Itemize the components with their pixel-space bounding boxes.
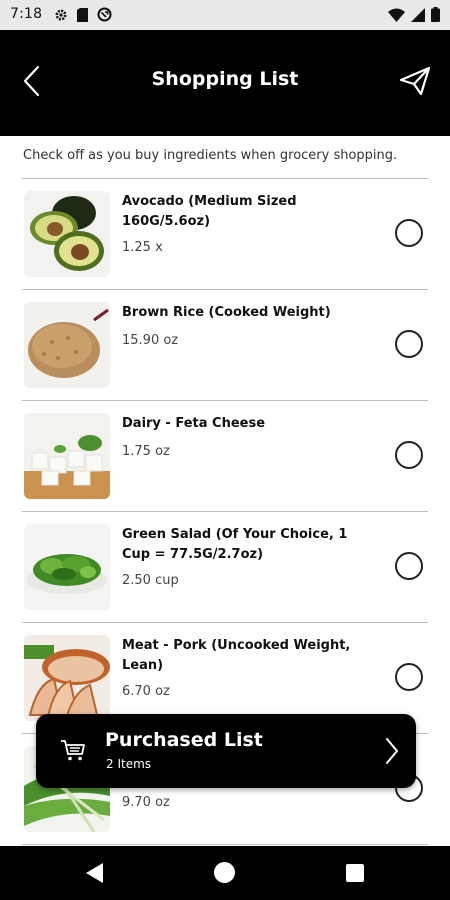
cart-icon: [61, 740, 85, 761]
paper-plane-icon: [399, 66, 431, 96]
item-checkbox[interactable]: [395, 663, 423, 691]
signal-icon: [411, 7, 425, 22]
item-quantity: 9.70 oz: [122, 795, 170, 810]
item-checkbox[interactable]: [395, 552, 423, 580]
status-right-icons: [388, 7, 440, 22]
item-checkbox[interactable]: [395, 441, 423, 469]
battery-icon: [431, 7, 440, 22]
list-item: Green Salad (Of Your Choice, 1 Cup = 77.…: [22, 512, 428, 623]
item-name: Green Salad (Of Your Choice, 1 Cup = 77.…: [122, 527, 348, 562]
list-item: Dairy - Feta Cheese 1.75 oz: [22, 401, 428, 512]
item-name: Brown Rice (Cooked Weight): [122, 305, 331, 320]
item-name: Dairy - Feta Cheese: [122, 416, 266, 431]
item-checkbox[interactable]: [395, 330, 423, 358]
item-quantity: 15.90 oz: [122, 333, 179, 348]
green-salad-image: [24, 524, 110, 610]
item-quantity: 1.25 x: [122, 240, 163, 255]
item-quantity: 2.50 cup: [122, 573, 179, 588]
sim-card-icon: [77, 7, 88, 22]
status-bar: 7:18: [0, 0, 450, 30]
nav-recents-icon[interactable]: [346, 864, 364, 882]
status-left-icons: [54, 7, 112, 22]
list-item: Brown Rice (Cooked Weight) 15.90 oz: [22, 290, 428, 401]
item-checkbox[interactable]: [395, 219, 423, 247]
brown-rice-image: [24, 302, 110, 388]
item-quantity: 6.70 oz: [122, 684, 170, 699]
wifi-icon: [388, 8, 405, 22]
avocado-image: [24, 191, 110, 277]
purchased-list-button[interactable]: Purchased List 2 Items: [36, 714, 416, 788]
feta-cheese-image: [24, 413, 110, 499]
purchased-list-count: 2 Items: [106, 757, 152, 771]
list-item: Avocado (Medium Sized 160G/5.6oz) 1.25 x: [22, 179, 428, 290]
page-title: Shopping List: [151, 68, 299, 90]
item-name: Avocado (Medium Sized 160G/5.6oz): [122, 194, 297, 229]
item-quantity: 1.75 oz: [122, 444, 170, 459]
gear-icon: [55, 9, 67, 20]
pork-image: [24, 635, 110, 721]
system-nav-bar: [0, 846, 450, 900]
instructions-text: Check off as you buy ingredients when gr…: [23, 148, 398, 163]
purchased-list-title: Purchased List: [105, 729, 263, 751]
app-header: Shopping List: [0, 30, 450, 136]
chevron-right-icon: [386, 738, 398, 764]
item-name: Meat - Pork (Uncooked Weight, Lean): [122, 638, 351, 673]
status-time: 7:18: [10, 6, 43, 22]
nav-home-icon[interactable]: [214, 862, 235, 883]
nav-back-icon[interactable]: [86, 863, 104, 883]
share-button[interactable]: [396, 61, 434, 101]
data-saver-icon: [97, 7, 112, 22]
